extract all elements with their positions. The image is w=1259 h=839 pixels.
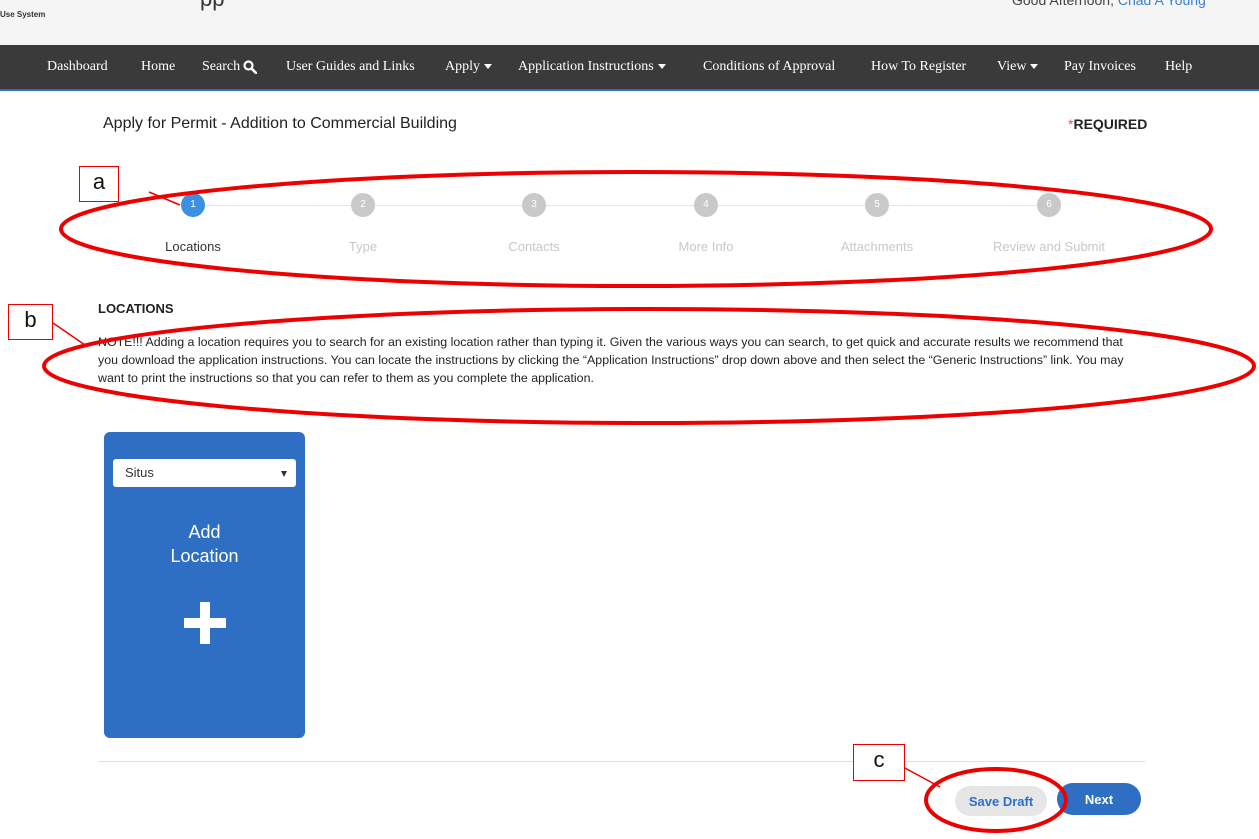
next-button[interactable]: Next — [1057, 783, 1141, 815]
caret-down-icon — [657, 64, 666, 70]
add-location-title: Add Location — [104, 520, 305, 568]
nav-apply[interactable]: Apply — [445, 45, 492, 89]
step-2-label: Type — [348, 239, 378, 254]
greeting: Good Afternoon, Chad A Young — [1012, 0, 1206, 8]
nav-how-to-register-label: How To Register — [871, 59, 967, 74]
annotation-pointer-a — [148, 191, 181, 206]
nav-search[interactable]: Search — [202, 45, 258, 89]
nav-pay-invoices[interactable]: Pay Invoices — [1064, 45, 1136, 89]
nav-conditions-label: Conditions of Approval — [703, 59, 836, 74]
annotation-label-c: c — [853, 744, 905, 781]
step-5-circle[interactable]: 5 — [865, 193, 889, 217]
step-6-circle[interactable]: 6 — [1037, 193, 1061, 217]
dropdown-arrow-icon — [281, 471, 287, 477]
nav-dashboard-label: Dashboard — [47, 59, 108, 74]
step-4-circle[interactable]: 4 — [694, 193, 718, 217]
step-3-circle[interactable]: 3 — [522, 193, 546, 217]
nav-application-instructions[interactable]: Application Instructions — [518, 45, 666, 89]
search-icon — [243, 60, 258, 74]
plus-icon[interactable] — [184, 602, 226, 644]
save-draft-button[interactable]: Save Draft — [955, 786, 1047, 816]
nav-pay-invoices-label: Pay Invoices — [1064, 59, 1136, 74]
nav-help-label: Help — [1165, 59, 1193, 74]
step-6-label: Review and Submit — [993, 239, 1105, 254]
stepper-line — [193, 205, 1049, 206]
step-3-label: Contacts — [508, 239, 560, 254]
nav-user-guides-label: User Guides and Links — [286, 59, 415, 74]
nav-home-label: Home — [141, 59, 176, 74]
step-1-circle[interactable]: 1 — [181, 193, 205, 217]
nav-view[interactable]: View — [997, 45, 1039, 89]
annotation-label-a: a — [79, 166, 119, 202]
app-title: pp — [200, 0, 224, 12]
nav-application-instructions-label: Application Instructions — [518, 59, 654, 74]
user-name-link[interactable]: Chad A Young — [1118, 0, 1206, 8]
main-navbar: Dashboard Home Search User Guides and Li… — [0, 45, 1259, 91]
greeting-text: Good Afternoon, — [1012, 0, 1114, 8]
step-2-circle[interactable]: 2 — [351, 193, 375, 217]
nav-how-to-register[interactable]: How To Register — [871, 45, 966, 89]
annotation-label-b: b — [8, 304, 53, 340]
top-header: Use System pp Good Afternoon, Chad A You… — [0, 0, 1259, 45]
location-type-value: Situs — [125, 465, 154, 480]
footer-divider — [98, 761, 1145, 762]
add-location-title-line1: Add — [188, 522, 221, 542]
page-title: Apply for Permit - Addition to Commercia… — [103, 115, 457, 132]
nav-help[interactable]: Help — [1165, 45, 1192, 89]
location-type-select[interactable]: Situs — [113, 459, 296, 487]
step-1-label: Locations — [165, 239, 221, 254]
annotation-ellipse-a — [59, 170, 1213, 288]
section-title: LOCATIONS — [98, 301, 174, 316]
nav-search-label: Search — [202, 59, 241, 74]
add-location-title-line2: Location — [170, 546, 239, 566]
caret-down-icon — [484, 64, 492, 70]
nav-apply-label: Apply — [445, 59, 480, 74]
add-location-card[interactable]: Situs Add Location — [104, 432, 305, 738]
required-indicator: *REQUIRED — [1068, 116, 1147, 132]
nav-view-label: View — [997, 59, 1027, 74]
required-text: REQUIRED — [1073, 116, 1148, 132]
locations-note: NOTE!!! Adding a location requires you t… — [98, 335, 1124, 385]
system-label: Use System — [0, 10, 46, 19]
nav-dashboard[interactable]: Dashboard — [47, 45, 108, 89]
annotation-pointer-b — [52, 322, 86, 346]
nav-user-guides[interactable]: User Guides and Links — [286, 45, 415, 89]
nav-conditions-of-approval[interactable]: Conditions of Approval — [703, 45, 835, 89]
annotation-pointer-c — [902, 766, 941, 788]
step-4-label: More Info — [678, 239, 734, 254]
step-5-label: Attachments — [840, 239, 914, 254]
nav-home[interactable]: Home — [141, 45, 175, 89]
caret-down-icon — [1030, 64, 1039, 70]
